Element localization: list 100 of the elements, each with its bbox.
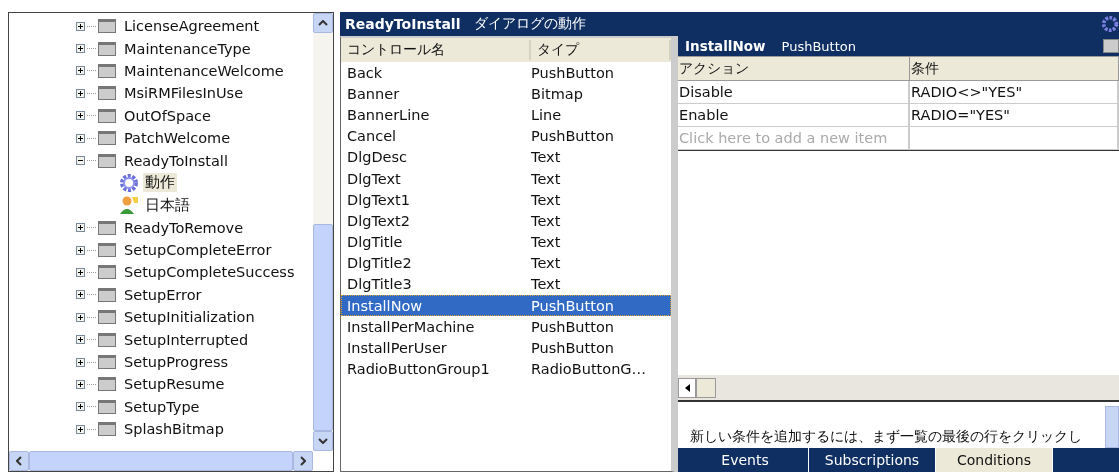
scroll-thumb[interactable] [696,377,716,398]
text-icon [1103,39,1119,53]
expander-icon[interactable] [76,66,85,76]
chevron-left-icon [16,456,22,466]
list-row[interactable]: Cancel PushButton [341,125,671,147]
dialog-icon [98,355,116,370]
expander-icon[interactable] [76,379,85,389]
tree-item[interactable]: LicenseAgreement [122,18,262,35]
expander-icon[interactable] [76,290,85,300]
tree-item[interactable]: SetupResume [122,376,227,393]
tab[interactable]: Conditions [936,448,1053,472]
scroll-thumb[interactable] [313,224,333,431]
dialog-icon [98,86,116,101]
expander-icon[interactable] [76,335,85,345]
list-row[interactable]: DlgTitle3 Text [341,273,671,296]
table-cell[interactable]: RADIO<>"YES" [910,81,1119,104]
list-row[interactable]: DlgTitle2 Text [341,252,671,274]
tree-item[interactable]: PatchWelcome [122,130,233,147]
list-row[interactable]: Back PushButton [341,62,671,84]
scroll-right-button[interactable] [293,451,313,471]
scroll-down-button[interactable] [313,431,333,451]
tree-item[interactable]: SetupProgress [122,354,231,371]
expander-icon[interactable] [76,133,85,143]
description-text: 新しい条件を追加するには、まず一覧の最後の行をクリックし [690,428,1082,446]
chevron-down-icon [318,438,328,444]
column-header[interactable]: タイプ [531,40,671,60]
tree-item[interactable]: SetupCompleteError [122,242,274,259]
table-cell[interactable]: RADIO="YES" [910,104,1119,127]
list-row[interactable]: DlgText Text [341,167,671,190]
dialog-icon [98,243,116,258]
list-row[interactable]: InstallPerMachine PushButton [341,316,671,338]
tree-item[interactable]: MsiRMFilesInUse [122,85,246,102]
dialog-icon [98,63,116,78]
expander-icon[interactable] [76,424,85,434]
dialog-icon [98,332,116,347]
expander-icon[interactable] [76,312,85,322]
gear-icon [119,172,139,193]
vertical-scrollbar[interactable] [313,13,333,451]
scroll-up-button[interactable] [313,13,333,33]
chevron-right-icon [300,456,306,466]
list-row[interactable]: BannerLine Line [341,104,671,126]
expander-icon[interactable] [76,223,85,233]
dialog-icon [98,265,116,280]
dialog-icon [98,310,116,325]
expander-icon[interactable] [76,88,85,98]
chevron-up-icon [318,20,328,26]
expander-icon[interactable] [76,21,85,31]
expander-icon[interactable] [76,402,85,412]
column-header[interactable]: コントロール名 [341,40,531,60]
tree-item[interactable]: ReadyToRemove [122,219,246,236]
control-type: PushButton [781,38,856,54]
list-row[interactable]: DlgText1 Text [341,189,671,211]
left-triangle-icon [684,383,690,392]
tree-item[interactable]: SplashBitmap [122,421,226,438]
control-name: InstallNow [685,38,766,54]
list-row[interactable]: RadioButtonGroup1 RadioButtonG… [341,358,671,380]
list-row[interactable]: DlgTitle Text [341,231,671,253]
dialog-icon [98,153,116,168]
expander-icon[interactable] [76,268,85,277]
tree-item[interactable]: MaintenanceType [122,40,253,57]
horizontal-scrollbar[interactable] [678,375,1119,402]
list-row[interactable]: InstallPerUser PushButton [341,337,671,359]
dialog-icon [98,41,116,56]
tree-item[interactable]: 動作 [143,173,177,193]
tree-item[interactable]: SetupInterrupted [122,331,251,348]
tree-item[interactable]: SetupInitialization [122,309,257,326]
dialog-icon [98,377,116,392]
tree-item[interactable]: SetupCompleteSuccess [122,264,297,281]
tree-item[interactable]: 日本語 [143,195,192,215]
dialog-icon [98,399,116,414]
expander-icon[interactable] [76,357,85,367]
vertical-scrollbar[interactable] [1105,406,1119,448]
column-header[interactable]: 条件 [910,56,1119,81]
expander-icon[interactable] [76,111,85,121]
dialog-icon [98,131,116,146]
scroll-left-button[interactable] [678,377,696,398]
expander-icon[interactable] [76,44,85,54]
dialog-icon [98,422,116,437]
list-row[interactable]: Banner Bitmap [341,83,671,105]
tree-item[interactable]: SetupError [122,286,204,303]
table-cell[interactable]: Disable [678,81,910,104]
dialog-name: ReadyToInstall [345,16,461,32]
tree-item[interactable]: MaintenanceWelcome [122,62,286,79]
tree-item[interactable]: OutOfSpace [122,107,213,124]
expander-icon[interactable] [76,245,85,255]
column-header[interactable]: アクション [678,56,910,81]
scroll-left-button[interactable] [9,451,29,471]
list-row[interactable]: InstallNow PushButton [341,295,671,317]
list-row[interactable]: DlgDesc Text [341,146,671,168]
list-row[interactable]: DlgText2 Text [341,210,671,232]
tab[interactable]: Events [682,448,809,472]
gear-icon [1101,15,1119,33]
title-subtitle: ダイアログの動作 [474,15,587,33]
table-cell[interactable]: Enable [678,104,910,127]
dialog-icon [98,108,116,123]
person-icon [119,195,139,216]
dialog-icon [98,220,116,235]
tree-item[interactable]: ReadyToInstall [122,152,230,169]
tree-item[interactable]: SetupType [122,398,202,415]
expander-icon[interactable] [76,156,85,166]
